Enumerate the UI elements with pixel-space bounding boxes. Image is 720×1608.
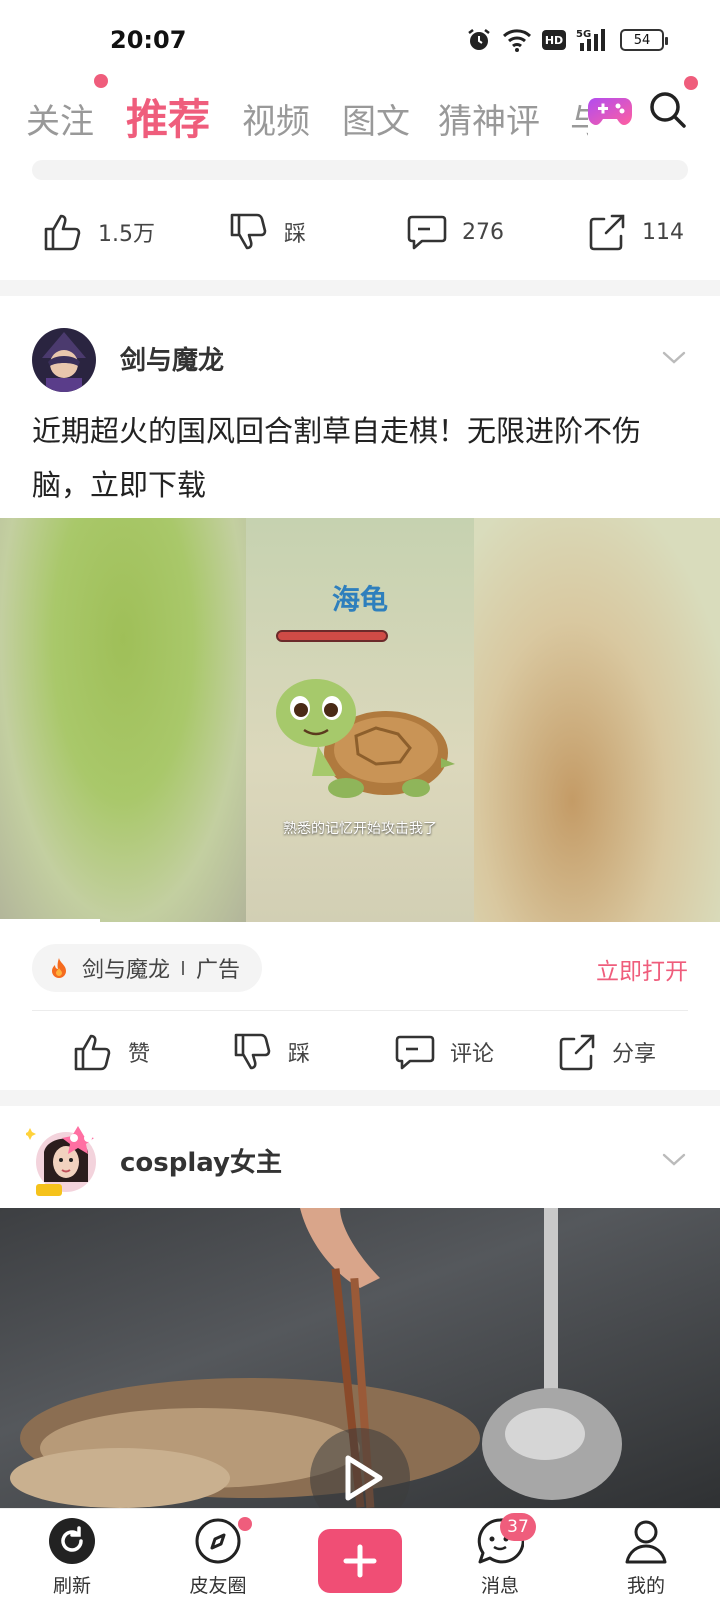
chevron-down-icon[interactable] [660, 344, 688, 372]
wifi-icon [502, 26, 532, 54]
post-separator [0, 280, 720, 296]
tab-follow-dot [94, 74, 108, 88]
nav-mine-label: 我的 [626, 1575, 665, 1597]
dislike-label: 踩 [288, 1042, 311, 1067]
share-button[interactable]: 114 [586, 192, 684, 272]
compass-icon [195, 1518, 241, 1564]
ad-post-header: 剑与魔龙 [0, 320, 720, 400]
share-count: 114 [642, 219, 684, 245]
nav-circle-label: 皮友圈 [189, 1575, 247, 1597]
signal-icon: 5G [576, 26, 610, 54]
dislike-label: 踩 [284, 222, 307, 247]
turtle-image [276, 679, 455, 798]
media-blur-left [0, 518, 246, 922]
comment-icon [395, 1035, 435, 1070]
media-frame: 海龟 熟悉的记忆开始攻击我了 [246, 518, 474, 922]
comment-icon [407, 215, 447, 250]
chevron-down-icon[interactable] [660, 1146, 688, 1174]
thumbs-up-icon [74, 1034, 111, 1071]
tab-follow[interactable]: 关注 [26, 94, 94, 143]
nav-circle-dot [238, 1517, 252, 1531]
nav-messages-label: 消息 [480, 1575, 519, 1597]
thumbs-up-icon [44, 214, 81, 251]
hd-badge: HD [542, 30, 566, 50]
gamepad-icon[interactable] [588, 92, 632, 128]
video-progress [0, 919, 100, 922]
nav-mine[interactable]: 我的 [596, 1517, 696, 1598]
tab-image-text[interactable]: 图文 [342, 94, 410, 143]
messages-badge: 37 [500, 1513, 536, 1541]
ad-media[interactable]: 海龟 熟悉的记忆开始攻击我了 [0, 518, 720, 922]
thumbs-down-icon [234, 1033, 271, 1070]
user-icon [625, 1520, 667, 1564]
avatar[interactable] [32, 328, 96, 392]
ad-name: 剑与魔龙 [82, 958, 171, 983]
previous-post-actions: 1.5万 踩 276 114 [0, 192, 720, 272]
nav-refresh[interactable]: 刷新 [22, 1517, 122, 1598]
like-button[interactable]: 赞 [72, 1012, 150, 1092]
status-icons: HD 5G 54 [466, 26, 668, 54]
media-title: 海龟 [331, 583, 388, 616]
hp-bar [276, 630, 388, 642]
dislike-button[interactable]: 踩 [228, 192, 306, 272]
fire-icon [52, 958, 66, 978]
bottom-nav: 刷新 皮友圈 消息 37 我的 [0, 1508, 720, 1608]
media-subtitle: 熟悉的记忆开始攻击我了 [283, 821, 437, 837]
previous-post-content [32, 160, 688, 180]
ad-post-actions: 赞 踩 评论 分享 [0, 1012, 720, 1092]
post-text[interactable]: 近期超火的国风回合割草自走棋！无限进阶不伤脑，立即下载 [32, 404, 692, 512]
ad-divider [182, 961, 185, 975]
dislike-button[interactable]: 踩 [232, 1012, 310, 1092]
comment-button[interactable]: 评论 [394, 1012, 494, 1092]
share-icon [589, 214, 625, 251]
post-author[interactable]: cosplay女主 [120, 1142, 282, 1179]
refresh-icon [49, 1518, 95, 1564]
avatar[interactable] [24, 1122, 106, 1198]
tab-guess-comment[interactable]: 猜神评 [438, 94, 540, 143]
comment-button[interactable]: 276 [406, 192, 504, 272]
divider [32, 1010, 688, 1011]
svg-text:5G: 5G [576, 29, 591, 40]
share-label: 分享 [612, 1042, 657, 1067]
share-button[interactable]: 分享 [556, 1012, 656, 1092]
play-button[interactable] [310, 1428, 410, 1508]
status-bar: 20:07 HD 5G 54 [0, 0, 720, 80]
comment-label: 评论 [450, 1042, 495, 1067]
comment-count: 276 [462, 219, 504, 245]
tab-partial[interactable]: 与 [570, 94, 588, 143]
search-dot [684, 76, 698, 90]
nav-refresh-label: 刷新 [52, 1575, 91, 1597]
like-label: 赞 [128, 1042, 151, 1067]
ad-label: 广告 [196, 958, 241, 983]
post-author[interactable]: 剑与魔龙 [120, 340, 224, 377]
like-count: 1.5万 [98, 222, 155, 247]
tab-recommend[interactable]: 推荐 [126, 86, 210, 147]
thumbs-down-icon [230, 213, 267, 250]
alarm-icon [466, 26, 492, 54]
nav-circle[interactable]: 皮友圈 [168, 1517, 268, 1598]
status-time: 20:07 [110, 26, 187, 54]
tab-video[interactable]: 视频 [242, 94, 310, 143]
video-thumbnail[interactable] [0, 1208, 720, 1508]
share-icon [559, 1034, 595, 1071]
like-button[interactable]: 1.5万 [42, 192, 155, 272]
next-post-header: cosplay女主 [0, 1122, 720, 1202]
post-separator [0, 1090, 720, 1106]
ad-tag[interactable]: 剑与魔龙 广告 [32, 944, 263, 992]
add-post-button[interactable] [318, 1529, 402, 1593]
play-icon [345, 1455, 383, 1501]
open-ad-button[interactable]: 立即打开 [596, 952, 688, 986]
plus-icon [343, 1544, 377, 1578]
media-blur-right [474, 518, 720, 922]
search-icon[interactable] [648, 90, 688, 130]
battery-indicator: 54 [620, 29, 668, 51]
